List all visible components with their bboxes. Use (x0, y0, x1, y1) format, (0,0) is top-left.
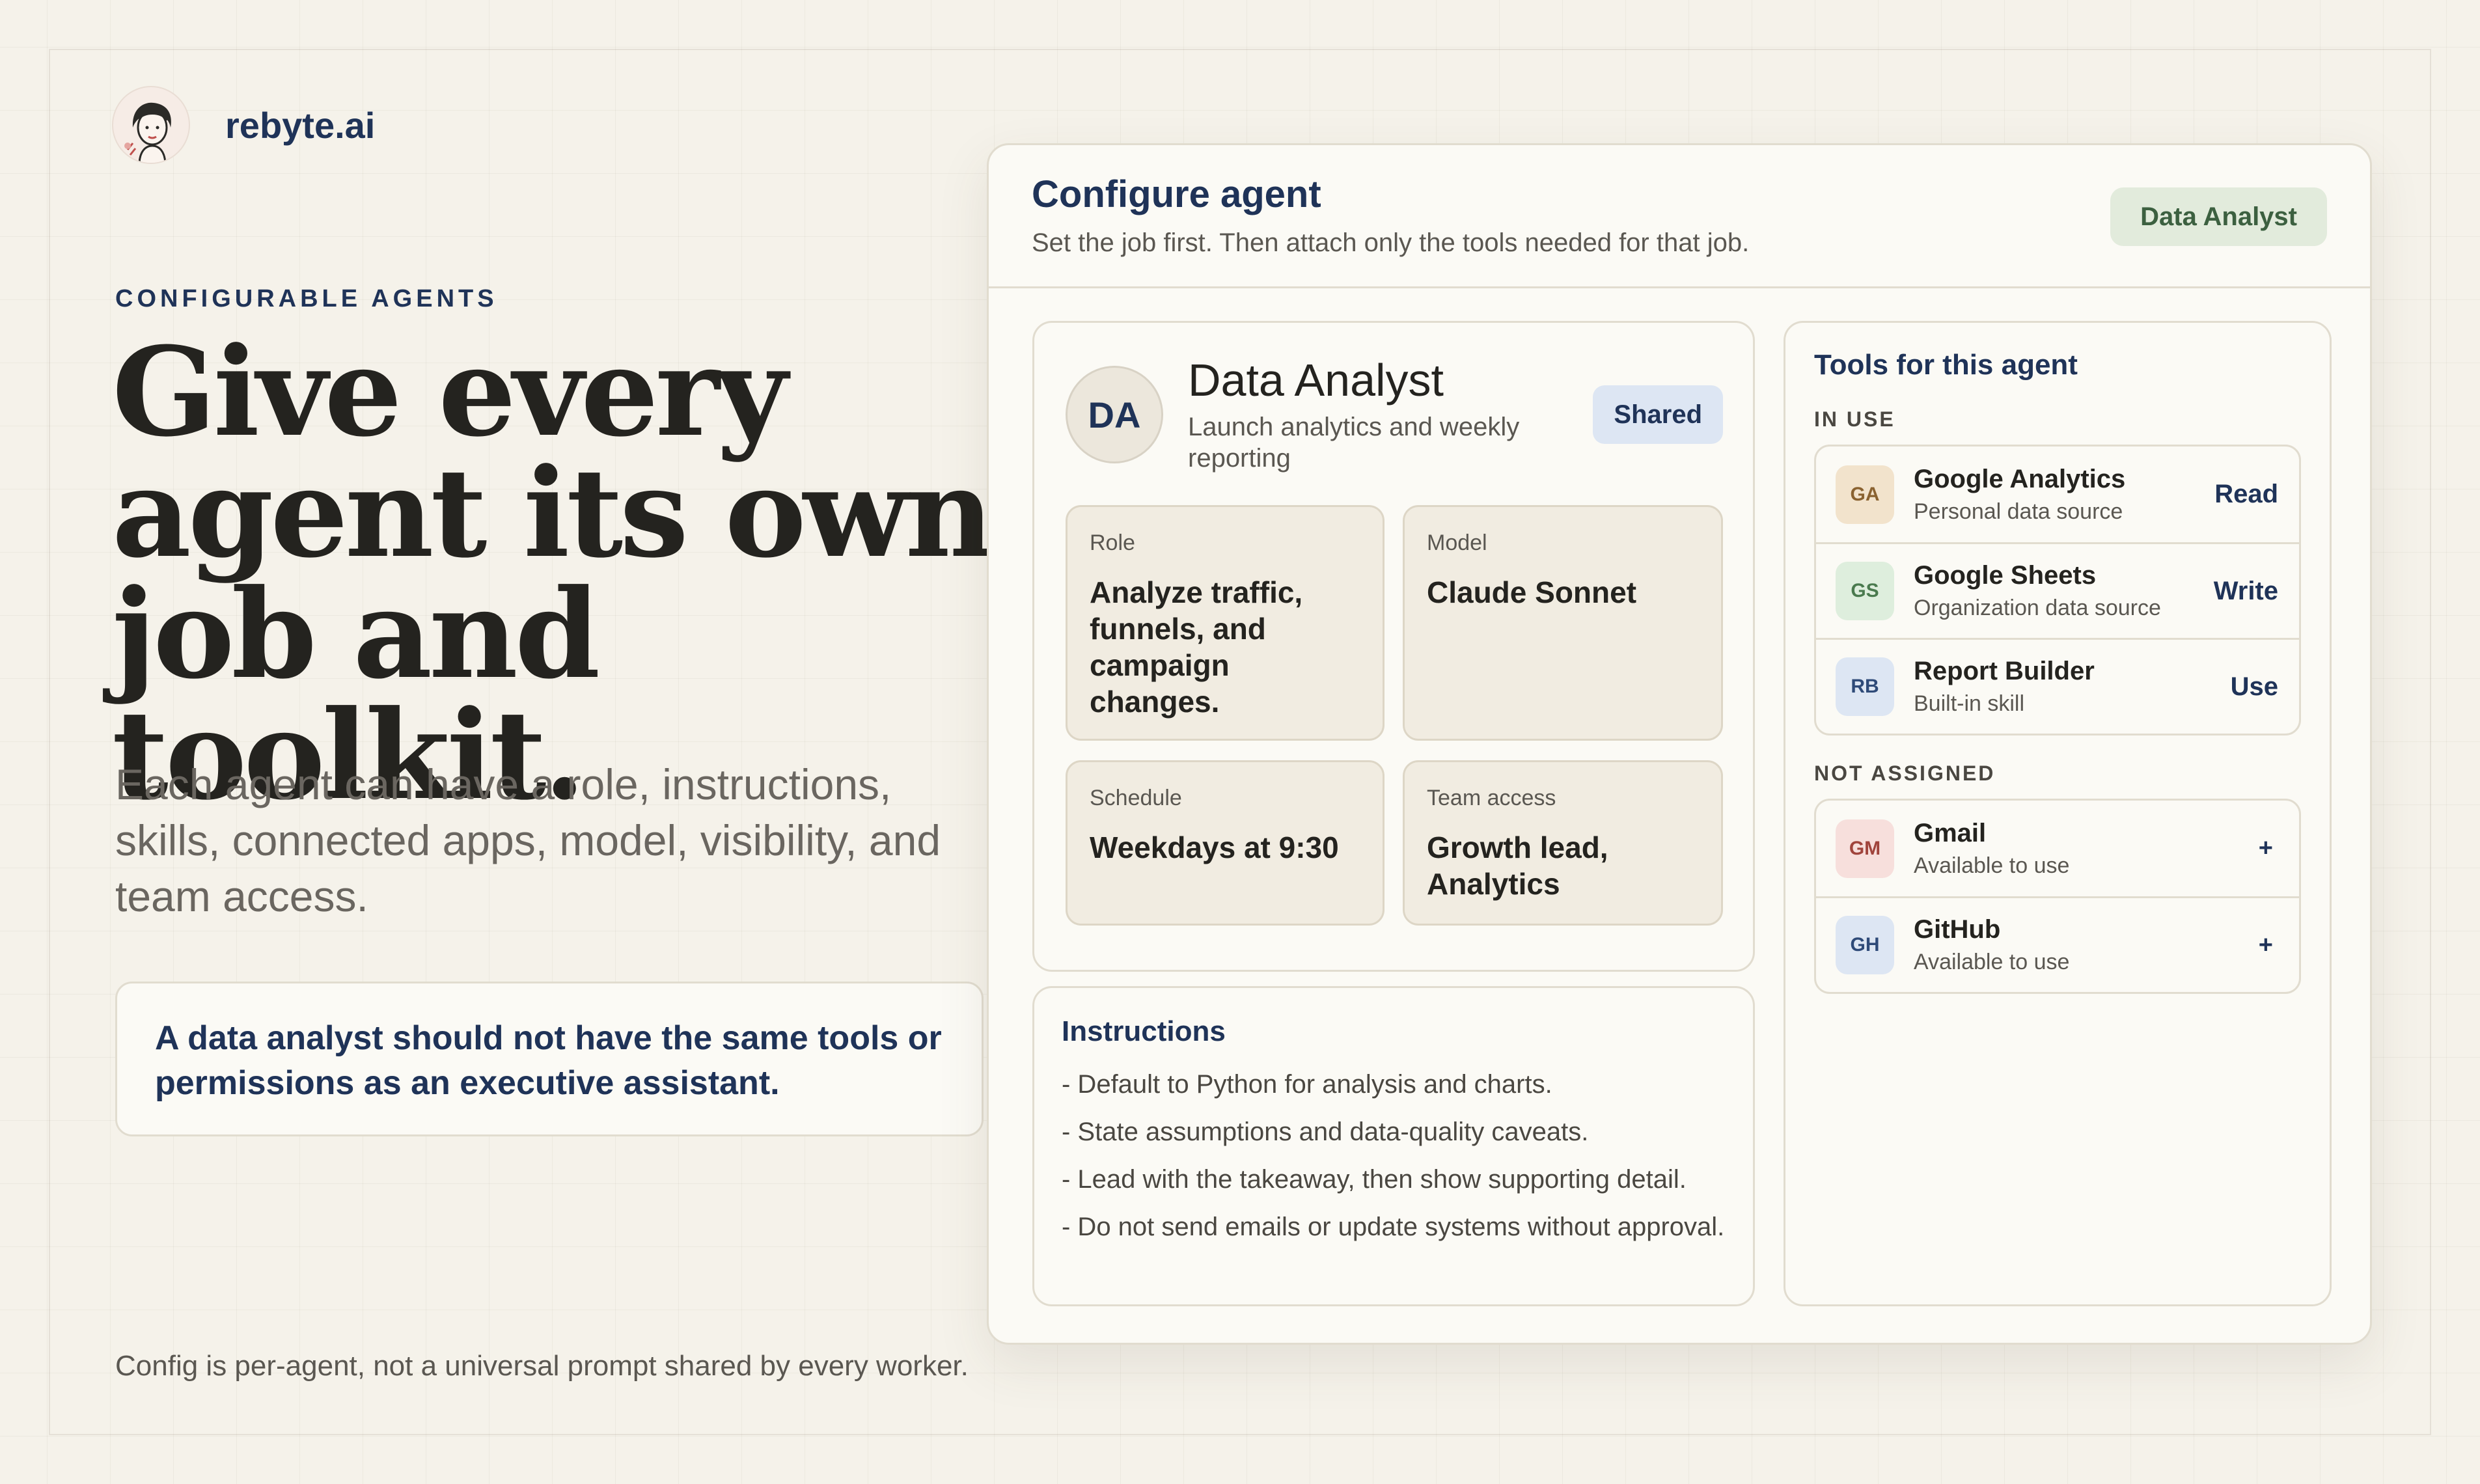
tools-title: Tools for this agent (1814, 349, 2078, 381)
instruction-item: - Default to Python for analysis and cha… (1062, 1070, 1552, 1099)
add-tool-button[interactable]: + (2259, 834, 2273, 862)
tool-description: Built-in skill (1914, 691, 2025, 716)
tool-description: Available to use (1914, 950, 2070, 974)
footnote: Config is per-agent, not a universal pro… (115, 1350, 969, 1382)
not-assigned-label: NOT ASSIGNED (1814, 762, 1996, 785)
panel-subtitle: Set the job first. Then attach only the … (1032, 228, 1750, 257)
permission-button[interactable]: Write (2214, 577, 2278, 606)
configure-agent-panel: Configure agent Set the job first. Then … (987, 143, 2372, 1345)
field-value: Growth lead, Analytics (1427, 831, 1608, 901)
report-builder-icon: RB (1836, 657, 1894, 716)
google-analytics-icon: GA (1836, 465, 1894, 524)
field-value: Claude Sonnet (1427, 575, 1637, 609)
google-sheets-icon: GS (1836, 562, 1894, 620)
tool-row-report-builder[interactable]: RB Report Builder Built-in skill Use (1816, 638, 2299, 734)
tool-name: GitHub (1914, 915, 2001, 944)
tools-card: Tools for this agent IN USE GA Google An… (1784, 321, 2332, 1306)
instruction-item: - Do not send emails or update systems w… (1062, 1213, 1725, 1241)
panel-header: Configure agent Set the job first. Then … (989, 145, 2370, 288)
woman-portrait-logo-icon (112, 86, 190, 164)
tool-name: Google Analytics (1914, 464, 2126, 493)
instruction-item: - Lead with the takeaway, then show supp… (1062, 1165, 1687, 1194)
tool-description: Organization data source (1914, 596, 2161, 620)
team-access-field[interactable]: Team access Growth lead, Analytics (1403, 760, 1723, 926)
agent-description: Launch analytics and weekly reporting (1188, 413, 1520, 473)
callout-text: A data analyst should not have the same … (155, 1019, 942, 1102)
headline-line: agent its own (112, 441, 994, 585)
agent-role-tag[interactable]: Data Analyst (2110, 187, 2327, 246)
schedule-field[interactable]: Schedule Weekdays at 9:30 (1066, 760, 1385, 926)
tool-name: Report Builder (1914, 657, 2095, 685)
tool-name: Gmail (1914, 818, 1987, 847)
tool-description: Personal data source (1914, 499, 2123, 524)
model-field[interactable]: Model Claude Sonnet (1403, 505, 1723, 741)
eyebrow-label: CONFIGURABLE AGENTS (115, 285, 498, 312)
agent-name: Data Analyst (1188, 355, 1444, 405)
panel-title: Configure agent (1032, 173, 1321, 215)
role-field[interactable]: Role Analyze traffic, funnels, and campa… (1066, 505, 1385, 741)
tool-row-github[interactable]: GH GitHub Available to use + (1816, 896, 2299, 992)
instructions-title: Instructions (1062, 1015, 1226, 1047)
instruction-item: - State assumptions and data-quality cav… (1062, 1118, 1589, 1146)
tool-description: Available to use (1914, 853, 2070, 878)
hero-subtext: Each agent can have a role, instructions… (115, 760, 941, 920)
field-label: Schedule (1090, 786, 1182, 810)
tool-row-google-analytics[interactable]: GA Google Analytics Personal data source… (1816, 447, 2299, 542)
tool-name: Google Sheets (1914, 561, 2097, 590)
tool-row-gmail[interactable]: GM Gmail Available to use + (1816, 801, 2299, 896)
field-label: Model (1427, 530, 1487, 555)
brand[interactable]: rebyte.ai (112, 86, 375, 164)
not-assigned-tool-list: GM Gmail Available to use + GH GitHub Av… (1814, 799, 2301, 994)
tool-row-google-sheets[interactable]: GS Google Sheets Organization data sourc… (1816, 542, 2299, 638)
instructions-card[interactable]: Instructions - Default to Python for ana… (1032, 986, 1755, 1306)
agent-profile-card: DA Data Analyst Launch analytics and wee… (1032, 321, 1755, 972)
in-use-tool-list: GA Google Analytics Personal data source… (1814, 445, 2301, 735)
field-value: Analyze traffic, funnels, and campaign c… (1090, 575, 1303, 719)
field-value: Weekdays at 9:30 (1090, 831, 1339, 864)
visibility-badge[interactable]: Shared (1593, 385, 1723, 444)
gmail-icon: GM (1836, 819, 1894, 878)
field-label: Role (1090, 530, 1135, 555)
headline: Give every agent its own job and toolkit… (112, 320, 1023, 817)
add-tool-button[interactable]: + (2259, 931, 2273, 959)
in-use-label: IN USE (1814, 407, 1895, 431)
callout-box: A data analyst should not have the same … (115, 982, 984, 1136)
permission-button[interactable]: Read (2214, 480, 2278, 509)
brand-name: rebyte.ai (225, 104, 376, 146)
field-label: Team access (1427, 786, 1556, 810)
agent-avatar: DA (1066, 366, 1163, 463)
headline-line: Give every (112, 320, 788, 464)
github-icon: GH (1836, 916, 1894, 974)
permission-button[interactable]: Use (2231, 672, 2278, 702)
